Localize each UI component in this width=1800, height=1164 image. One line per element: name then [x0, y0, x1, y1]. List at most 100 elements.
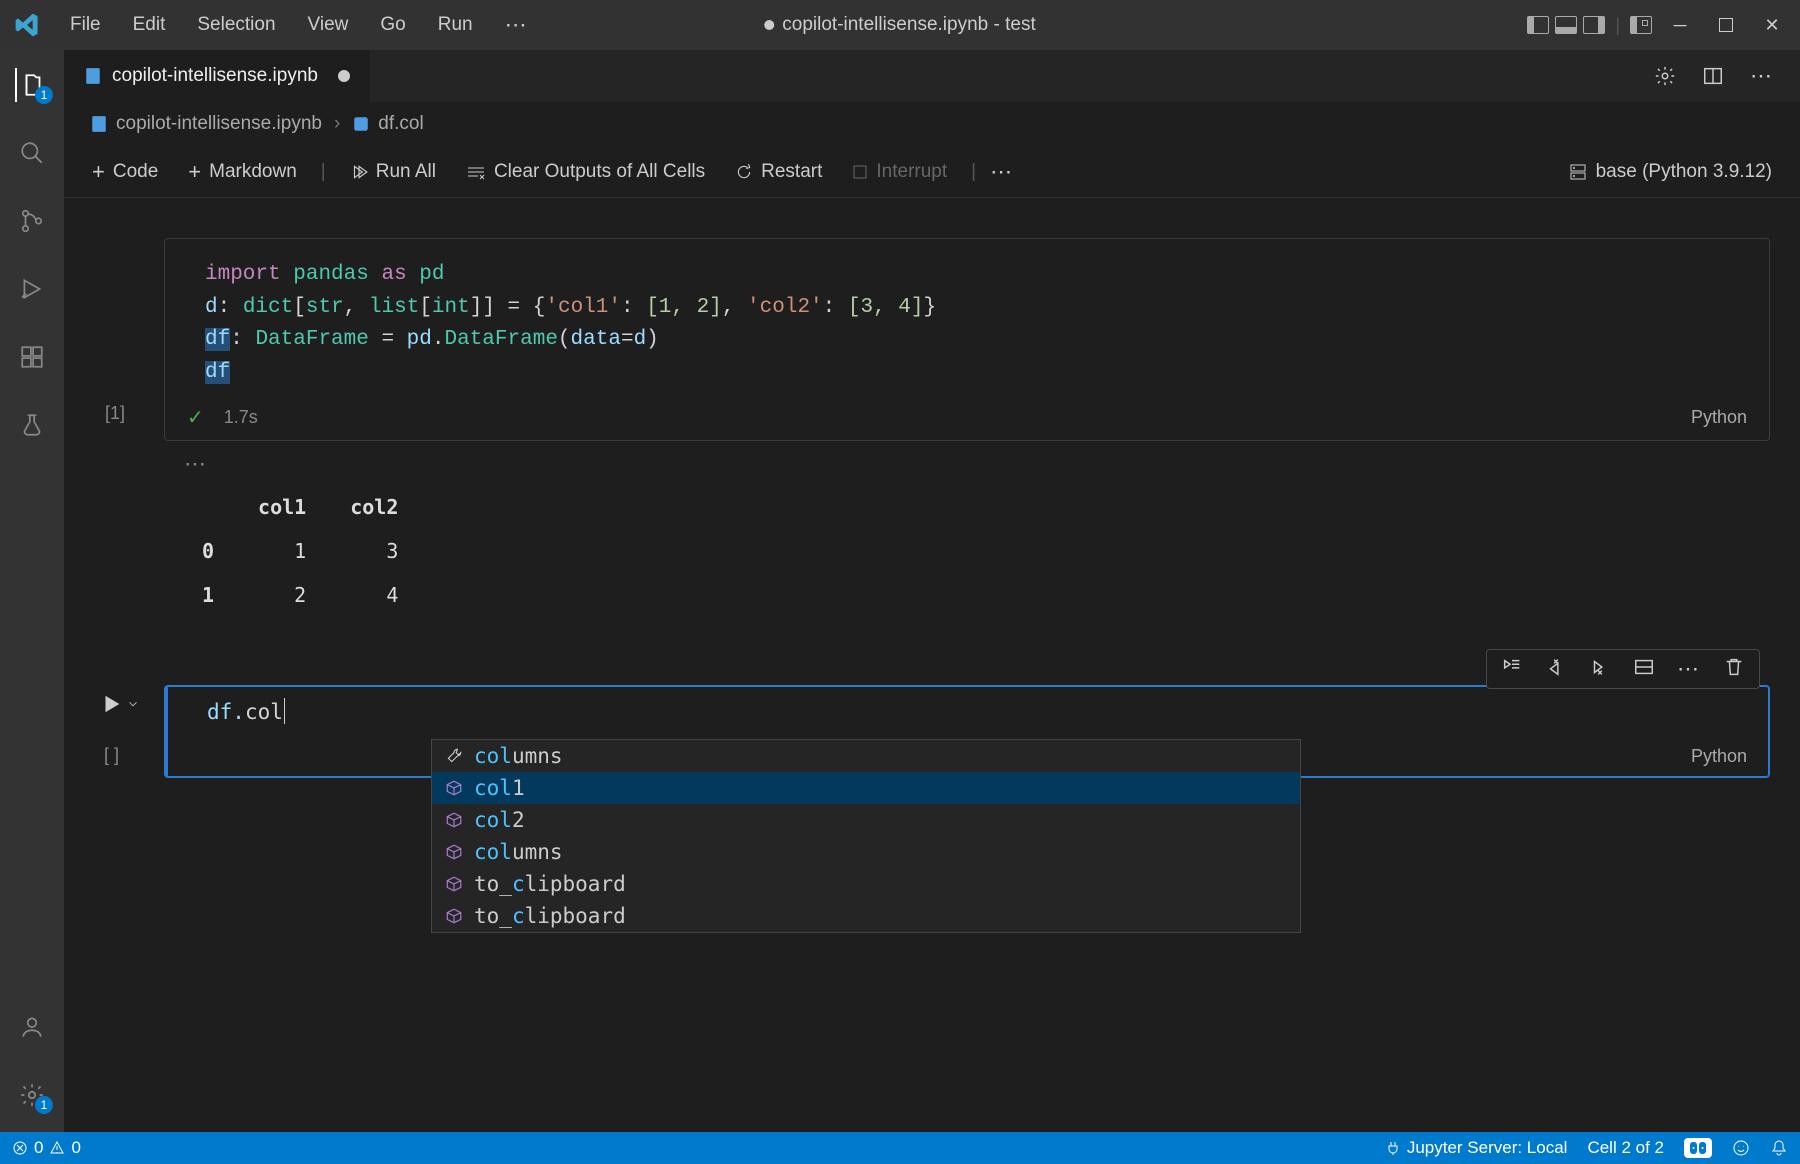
- cube-icon: [444, 842, 464, 862]
- tab-dirty-icon: [338, 70, 350, 82]
- play-icon[interactable]: [100, 693, 122, 715]
- run-cell-gutter[interactable]: [100, 693, 140, 715]
- run-all-button[interactable]: Run All: [340, 157, 446, 187]
- add-markdown-button[interactable]: +Markdown: [178, 155, 307, 189]
- title-bar: File Edit Selection View Go Run ⋯ copilo…: [0, 0, 1800, 50]
- intellisense-label: columns: [474, 744, 563, 768]
- activity-explorer-icon[interactable]: 1: [15, 68, 49, 102]
- intellisense-item[interactable]: col2: [432, 804, 1300, 836]
- intellisense-popup[interactable]: columns col1 col2 columns to_clipboard to_cli…: [431, 739, 1301, 933]
- status-problems[interactable]: 0 0: [12, 1138, 81, 1158]
- cube-icon: [444, 874, 464, 894]
- kernel-picker[interactable]: base (Python 3.9.12): [1558, 157, 1782, 187]
- activity-testing-icon[interactable]: [15, 408, 49, 442]
- menu-run[interactable]: Run: [424, 10, 487, 40]
- tab-bar: copilot-intellisense.ipynb ⋯: [64, 50, 1800, 102]
- dataframe-table: col1col2 013124: [180, 485, 420, 617]
- status-feedback-icon[interactable]: [1732, 1139, 1750, 1157]
- activity-settings-icon[interactable]: 1: [15, 1078, 49, 1112]
- add-code-button[interactable]: +Code: [82, 155, 168, 189]
- split-editor-icon[interactable]: [1702, 65, 1724, 87]
- intellisense-item[interactable]: columns: [432, 740, 1300, 772]
- activity-search-icon[interactable]: [15, 136, 49, 170]
- cell-language[interactable]: Python: [1691, 407, 1747, 428]
- clear-outputs-button[interactable]: Clear Outputs of All Cells: [456, 157, 715, 187]
- cell-language[interactable]: Python: [1691, 746, 1747, 767]
- breadcrumb-symbol[interactable]: df.col: [378, 113, 423, 135]
- split-cell-icon[interactable]: [1633, 656, 1655, 678]
- run-all-icon: [350, 163, 368, 181]
- toolbar-more-icon[interactable]: ⋯: [990, 159, 1014, 185]
- menu-selection[interactable]: Selection: [183, 10, 289, 40]
- output-more-icon[interactable]: ⋯: [174, 451, 1770, 485]
- variable-icon: [352, 115, 370, 133]
- status-copilot-icon[interactable]: [1684, 1138, 1712, 1158]
- execute-above-icon[interactable]: [1545, 656, 1567, 678]
- cell-more-icon[interactable]: ⋯: [1677, 656, 1701, 682]
- delete-cell-icon[interactable]: [1723, 656, 1745, 678]
- check-icon: ✓: [187, 405, 204, 430]
- menu-edit[interactable]: Edit: [119, 10, 180, 40]
- explorer-badge: 1: [35, 86, 53, 104]
- layout-left-icon[interactable]: [1527, 16, 1549, 34]
- run-by-line-icon[interactable]: [1501, 656, 1523, 678]
- table-header: col2: [328, 485, 420, 529]
- table-row: 124: [180, 573, 420, 617]
- activity-extensions-icon[interactable]: [15, 340, 49, 374]
- exec-time: 1.7s: [224, 407, 258, 428]
- cube-icon: [444, 906, 464, 926]
- intellisense-item[interactable]: to_clipboard: [432, 900, 1300, 932]
- intellisense-label: to_clipboard: [474, 872, 626, 896]
- activity-run-debug-icon[interactable]: [15, 272, 49, 306]
- code-editor-active[interactable]: df.col columnscol1col2columnsto_clipboar…: [167, 686, 1769, 740]
- restart-button[interactable]: Restart: [725, 157, 832, 187]
- execution-count: [ ]: [104, 745, 119, 766]
- interrupt-button: Interrupt: [842, 157, 957, 187]
- activity-source-control-icon[interactable]: [15, 204, 49, 238]
- cell-status-bar: ✓ 1.7s Python: [165, 399, 1769, 440]
- layout-bottom-icon[interactable]: [1555, 16, 1577, 34]
- status-cell-position[interactable]: Cell 2 of 2: [1587, 1138, 1664, 1158]
- settings-badge: 1: [35, 1096, 53, 1114]
- breadcrumb-file[interactable]: copilot-intellisense.ipynb: [116, 113, 322, 135]
- window-minimize-icon[interactable]: ─: [1658, 5, 1702, 45]
- warning-icon: [49, 1140, 65, 1156]
- table-header: [180, 485, 236, 529]
- chevron-down-icon[interactable]: [126, 697, 140, 711]
- gear-icon[interactable]: [1654, 65, 1676, 87]
- menu-go[interactable]: Go: [366, 10, 419, 40]
- layout-right-icon[interactable]: [1583, 16, 1605, 34]
- status-bar: 0 0 Jupyter Server: Local Cell 2 of 2: [0, 1132, 1800, 1164]
- cell-output: ⋯ col1col2 013124: [164, 451, 1770, 617]
- execute-below-icon[interactable]: [1589, 656, 1611, 678]
- stop-icon: [852, 164, 868, 180]
- breadcrumb[interactable]: copilot-intellisense.ipynb › df.col: [64, 102, 1800, 146]
- status-bell-icon[interactable]: [1770, 1139, 1788, 1157]
- intellisense-item[interactable]: col1: [432, 772, 1300, 804]
- intellisense-label: columns: [474, 840, 563, 864]
- error-icon: [12, 1140, 28, 1156]
- vscode-logo-icon: [14, 12, 40, 38]
- code-cell-1[interactable]: import pandas as pd d: dict[str, list[in…: [164, 238, 1770, 441]
- intellisense-item[interactable]: columns: [432, 836, 1300, 868]
- notebook-area: import pandas as pd d: dict[str, list[in…: [64, 198, 1800, 1132]
- menu-view[interactable]: View: [294, 10, 363, 40]
- layout-custom-icon[interactable]: [1630, 16, 1652, 34]
- window-close-icon[interactable]: ✕: [1750, 5, 1794, 45]
- server-icon: [1568, 162, 1588, 182]
- activity-bar: 1 1: [0, 50, 64, 1132]
- menu-more-icon[interactable]: ⋯: [491, 8, 543, 42]
- chevron-right-icon: ›: [330, 113, 344, 135]
- status-jupyter-server[interactable]: Jupyter Server: Local: [1385, 1138, 1568, 1158]
- code-editor[interactable]: import pandas as pd d: dict[str, list[in…: [165, 253, 1769, 399]
- code-cell-2[interactable]: df.col columnscol1col2columnsto_clipboar…: [164, 685, 1770, 778]
- activity-accounts-icon[interactable]: [15, 1010, 49, 1044]
- intellisense-label: to_clipboard: [474, 904, 626, 928]
- intellisense-label: col2: [474, 808, 525, 832]
- tab-notebook[interactable]: copilot-intellisense.ipynb: [64, 50, 371, 102]
- menu-file[interactable]: File: [56, 10, 115, 40]
- intellisense-item[interactable]: to_clipboard: [432, 868, 1300, 900]
- window-title-text: copilot-intellisense.ipynb - test: [782, 14, 1035, 36]
- window-maximize-icon[interactable]: [1704, 5, 1748, 45]
- tab-more-icon[interactable]: ⋯: [1750, 63, 1774, 89]
